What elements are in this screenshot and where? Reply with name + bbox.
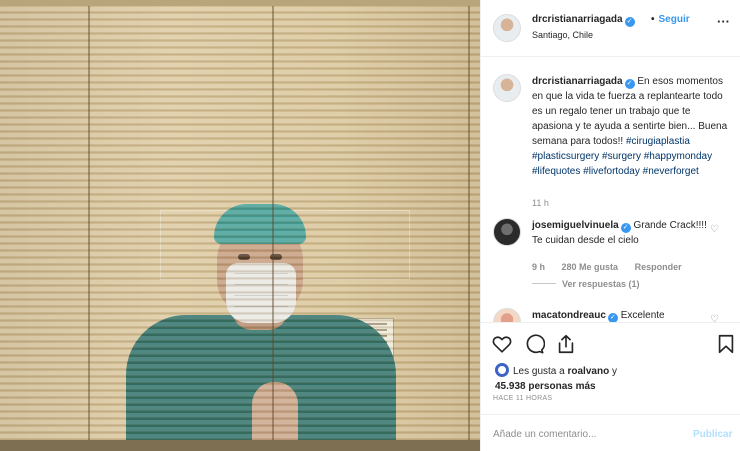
post-photo[interactable] — [0, 0, 480, 451]
post-timestamp[interactable]: HACE 11 HORAS — [493, 395, 552, 402]
follow-button[interactable]: • Seguir — [651, 14, 690, 25]
comment-avatar[interactable] — [493, 218, 521, 246]
caption-time: 11 h — [532, 198, 549, 208]
verified-icon: ✓ — [624, 17, 635, 27]
verified-icon: ✓ — [624, 79, 635, 89]
verified-icon: ✓ — [607, 313, 618, 322]
liker-avatar[interactable] — [495, 363, 509, 377]
comment-like-heart-icon[interactable]: ♡ — [710, 224, 719, 235]
caption: drcristianarriagada ✓ En esos momentos en… — [532, 76, 728, 177]
comment-icon[interactable] — [523, 333, 545, 355]
heart-icon[interactable] — [491, 333, 513, 355]
likes-count[interactable]: 45.938 personas más — [495, 381, 596, 392]
post-header: drcristianarriagada ✓ • Seguir Santiago, C… — [481, 0, 740, 57]
comment-likes[interactable]: 280 Me gusta — [562, 262, 619, 272]
comment-composer: Publicar — [481, 414, 740, 451]
window-blinds — [0, 0, 480, 451]
comment-item: macatondreauc ✓ Excelente — [532, 310, 665, 322]
publish-button[interactable]: Publicar — [693, 429, 732, 440]
view-replies-button[interactable]: Ver respuestas (1) — [532, 279, 640, 289]
action-bar: Les gusta a roalvano y 45.938 personas má… — [481, 322, 740, 410]
comment-like-heart-icon[interactable]: ♡ — [710, 314, 719, 322]
more-options-icon[interactable]: ··· — [717, 14, 730, 29]
comment-item: josemiguelvinuela ✓ Grande Crack!!!! Te c… — [532, 220, 707, 246]
comment-avatar[interactable] — [493, 308, 521, 322]
caption-avatar[interactable] — [493, 74, 521, 102]
share-icon[interactable] — [555, 333, 577, 355]
instagram-post: drcristianarriagada ✓ • Seguir Santiago, C… — [0, 0, 740, 451]
location-link[interactable]: Santiago, Chile — [532, 30, 593, 40]
comment-meta: 9 h 280 Me gusta Responder — [532, 262, 682, 272]
verified-icon: ✓ — [620, 223, 631, 233]
post-sidebar: drcristianarriagada ✓ • Seguir Santiago, C… — [480, 0, 740, 451]
comment-input[interactable] — [493, 424, 673, 444]
bookmark-icon[interactable] — [715, 333, 737, 355]
likes-summary: Les gusta a roalvano y 45.938 personas má… — [495, 363, 735, 394]
comments-list[interactable]: drcristianarriagada ✓ En esos momentos en… — [481, 58, 740, 322]
header-username[interactable]: drcristianarriagada ✓ — [532, 14, 635, 27]
avatar[interactable] — [493, 14, 521, 42]
reply-button[interactable]: Responder — [635, 262, 682, 272]
liker-username[interactable]: roalvano — [568, 366, 610, 377]
